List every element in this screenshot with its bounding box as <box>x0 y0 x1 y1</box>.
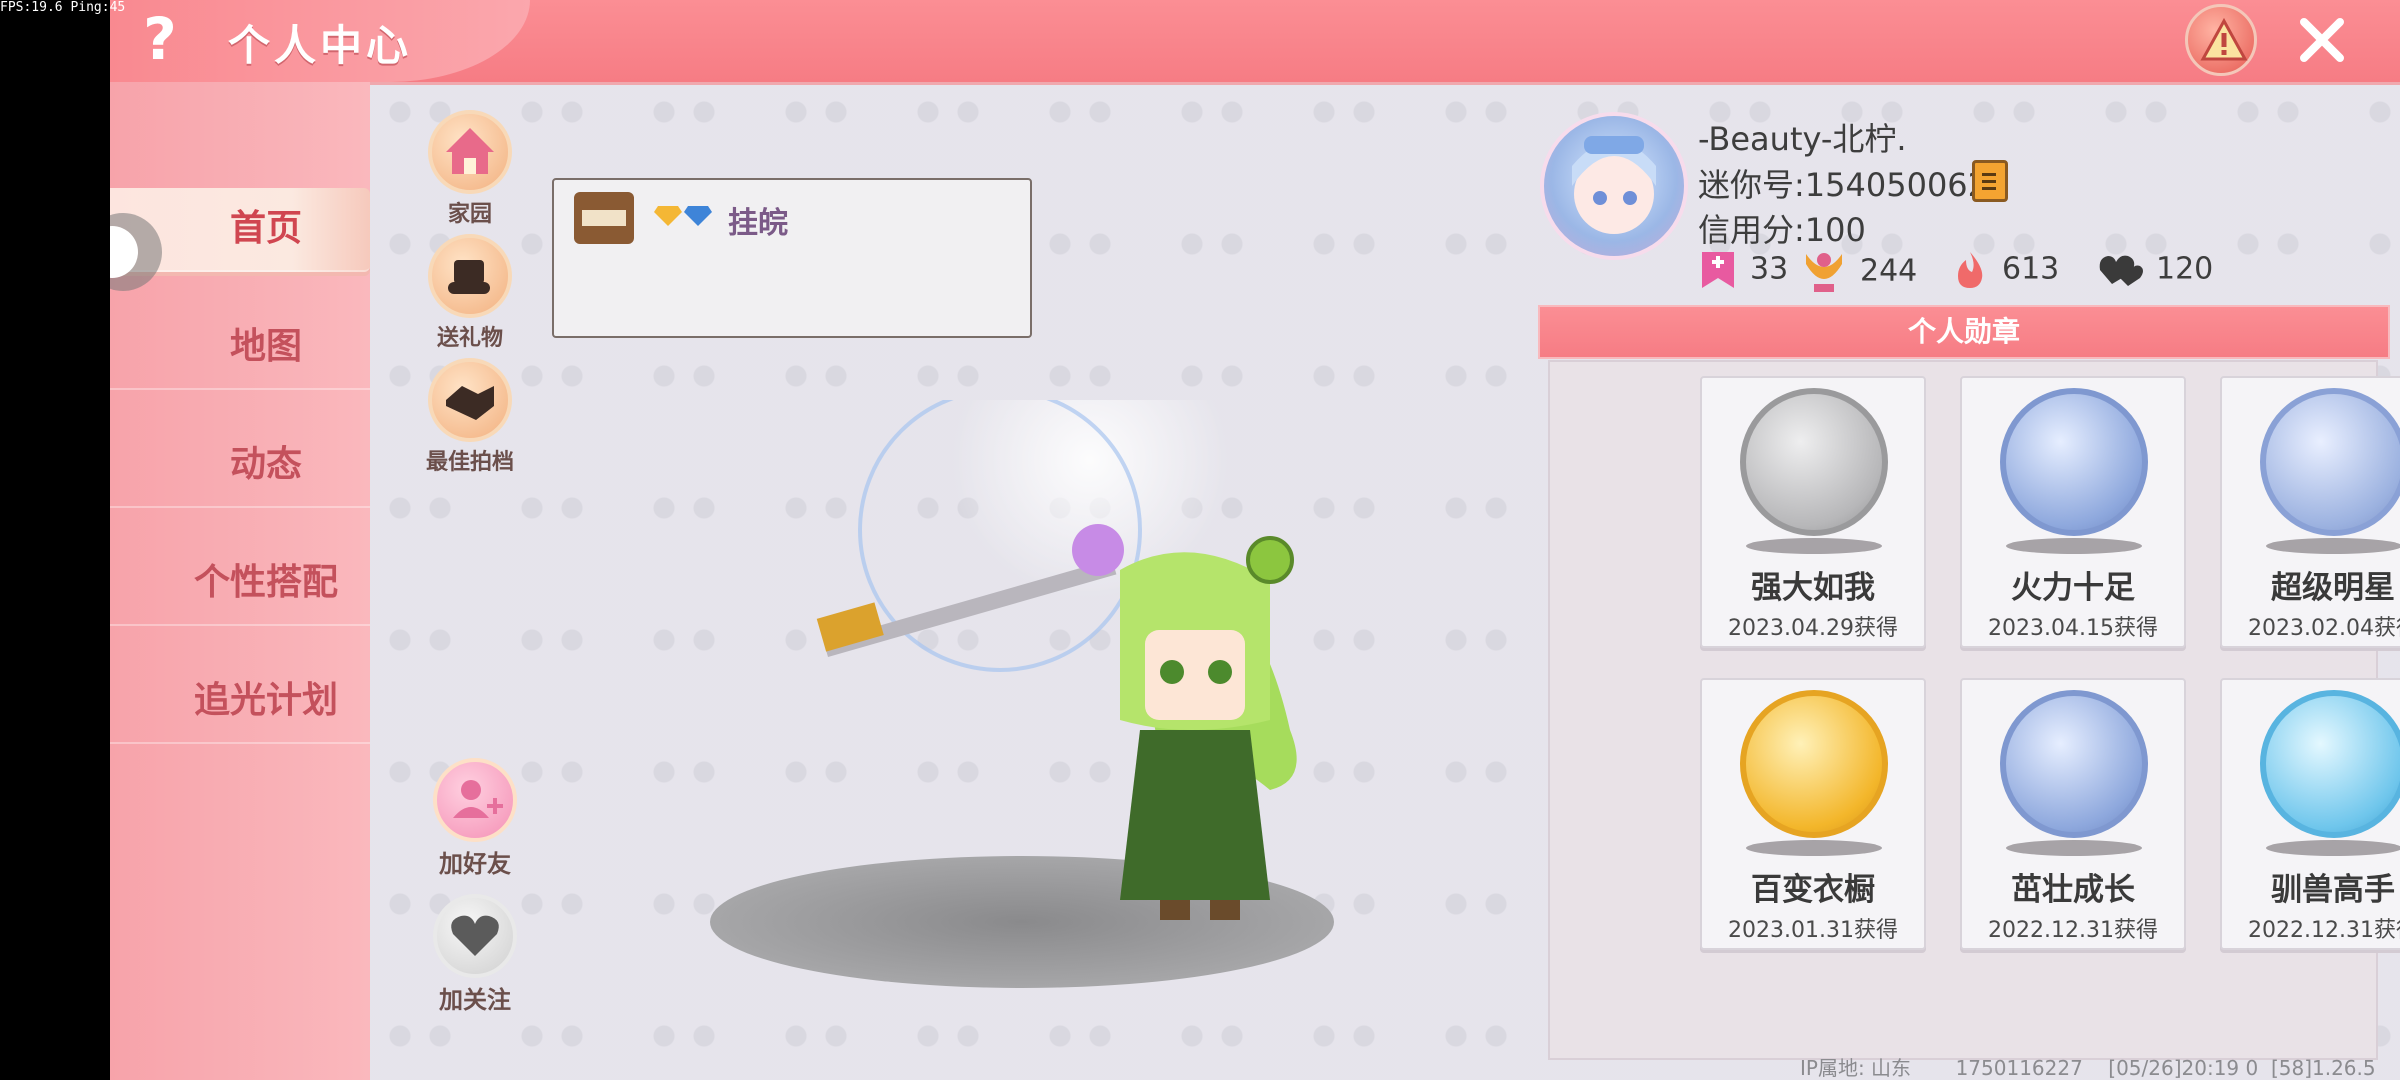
top-bar: ? 个人中心 <box>110 0 2400 85</box>
medal-name: 火力十足 <box>2011 570 2135 606</box>
frog-king-medal-icon <box>2000 690 2148 838</box>
mini-id: 迷你号:1540500627 <box>1698 166 2009 204</box>
avatar-portrait <box>1572 136 1656 234</box>
medal-name: 强大如我 <box>1751 570 1875 606</box>
medal-name: 超级明星 <box>2271 570 2395 606</box>
status-bubble: 挂皖 <box>552 178 1032 338</box>
stat-bookmarks: 33 <box>1698 250 1788 290</box>
nickname: -Beauty-北柠. <box>1698 120 1907 158</box>
profile-screen: ? 个人中心 首页 地图 动态 个性搭配 追光计划 家园 送礼物 最佳拍档 加好… <box>110 0 2400 1080</box>
send-gift-button[interactable]: 送礼物 <box>415 234 525 352</box>
bookmark-plus-icon <box>1702 252 1734 288</box>
medals-header: 个人勋章 <box>1538 305 2390 359</box>
gift-hand-icon <box>428 234 512 318</box>
ip-location: IP属地: 山东 <box>1800 1056 1912 1080</box>
handshake-icon <box>428 358 512 442</box>
medal-date: 2023.01.31获得 <box>1728 918 1898 943</box>
sidebar-item-feed[interactable]: 动态 <box>110 424 370 508</box>
best-partner-button[interactable]: 最佳拍档 <box>415 358 525 476</box>
medal-date: 2022.12.31获得 <box>1988 918 2158 943</box>
medal-name: 百变衣橱 <box>1751 872 1875 908</box>
follow-button[interactable]: 加关注 <box>420 894 530 1015</box>
bag-icon <box>574 192 634 244</box>
bear-star-medal-icon <box>2260 388 2400 536</box>
medals-panel: 强大如我 2023.04.29获得 火力十足 2023.04.15获得 超级明星… <box>1548 360 2400 1060</box>
stat-value: 613 <box>2002 251 2060 287</box>
trophy-person-icon <box>1806 253 1842 292</box>
timestamp-version: [05/26]20:19 0 [58]1.26.5 <box>2108 1056 2376 1080</box>
sidebar-item-label: 追光计划 <box>193 680 338 721</box>
medal-date: 2023.04.15获得 <box>1988 616 2158 641</box>
copy-id-button[interactable] <box>1972 160 2008 202</box>
add-friend-button[interactable]: 加好友 <box>420 758 530 879</box>
follow-label: 加关注 <box>439 986 511 1014</box>
medal-plinth <box>1746 538 1882 554</box>
copy-icon <box>1982 173 1996 190</box>
add-friend-icon <box>433 758 517 842</box>
page-title: 个人中心 <box>228 21 413 70</box>
best-partner-label: 最佳拍档 <box>425 450 514 475</box>
medal-plinth <box>2266 538 2400 554</box>
footer-info: IP属地: 山东 1750116227 [05/26]20:19 0 [58]1… <box>1800 1052 2376 1080</box>
medal-date: 2022.12.31获得 <box>2248 918 2400 943</box>
avatar[interactable] <box>1540 112 1688 260</box>
medal-plinth <box>2266 840 2400 856</box>
sidebar-item-chasing-light[interactable]: 追光计划 <box>110 660 370 744</box>
heart-icon <box>433 894 517 978</box>
sidebar-item-map[interactable]: 地图 <box>110 306 370 390</box>
status-text: 挂皖 <box>728 206 788 241</box>
stat-trophy: 244 <box>1800 250 1917 294</box>
medal-card[interactable]: 超级明星 2023.02.04获得 <box>2220 376 2400 648</box>
medal-card[interactable]: 强大如我 2023.04.29获得 <box>1700 376 1926 648</box>
stat-flame: 613 <box>1950 250 2059 290</box>
bear-mirror-medal-icon <box>1740 690 1888 838</box>
medal-name: 茁壮成长 <box>2011 872 2135 908</box>
medal-date: 2023.04.29获得 <box>1728 616 1898 641</box>
player-avatar-character <box>816 400 1297 920</box>
add-friend-label: 加好友 <box>439 850 511 878</box>
send-gift-label: 送礼物 <box>436 326 503 351</box>
sidebar-item-label: 动态 <box>229 444 302 485</box>
medal-card[interactable]: 驯兽高手 2022.12.31获得 <box>2220 678 2400 950</box>
help-button[interactable]: ? <box>130 8 190 70</box>
home-label: 家园 <box>447 202 492 227</box>
sidebar-item-label: 地图 <box>229 326 302 367</box>
stat-hearts: 120 <box>2098 250 2213 290</box>
warning-icon <box>2200 17 2248 61</box>
close-icon[interactable] <box>2290 8 2354 72</box>
double-heart-icon <box>2099 255 2143 286</box>
stat-value: 244 <box>1860 253 1918 289</box>
medal-plinth <box>2006 840 2142 856</box>
player-id: 1750116227 <box>1955 1056 2083 1080</box>
stat-value: 120 <box>2156 251 2214 287</box>
house-icon <box>428 110 512 194</box>
medal-plinth <box>2006 538 2142 554</box>
monkey-rider-medal-icon <box>2260 690 2400 838</box>
flame-icon <box>1958 252 1983 288</box>
medal-name: 驯兽高手 <box>2271 872 2395 908</box>
sidebar-item-outfit[interactable]: 个性搭配 <box>110 542 370 626</box>
blue-gem-icon <box>684 206 712 226</box>
report-alert-button[interactable] <box>2185 4 2257 76</box>
medal-card[interactable]: 茁壮成长 2022.12.31获得 <box>1960 678 2186 950</box>
home-button[interactable]: 家园 <box>415 110 525 228</box>
medal-card[interactable]: 火力十足 2023.04.15获得 <box>1960 376 2186 648</box>
sidebar-item-label: 首页 <box>229 208 302 249</box>
food-medal-icon <box>1740 388 1888 536</box>
sidebar-item-label: 个性搭配 <box>193 562 338 603</box>
credit-score: 信用分:100 <box>1698 211 1866 249</box>
medal-date: 2023.02.04获得 <box>2248 616 2400 641</box>
medal-plinth <box>1746 840 1882 856</box>
gold-gem-icon <box>654 206 682 226</box>
fps-readout: FPS:19.6 Ping:45 <box>0 0 126 15</box>
medal-card[interactable]: 百变衣橱 2023.01.31获得 <box>1700 678 1926 950</box>
stat-value: 33 <box>1750 251 1789 287</box>
treasure-chest-medal-icon <box>2000 388 2148 536</box>
